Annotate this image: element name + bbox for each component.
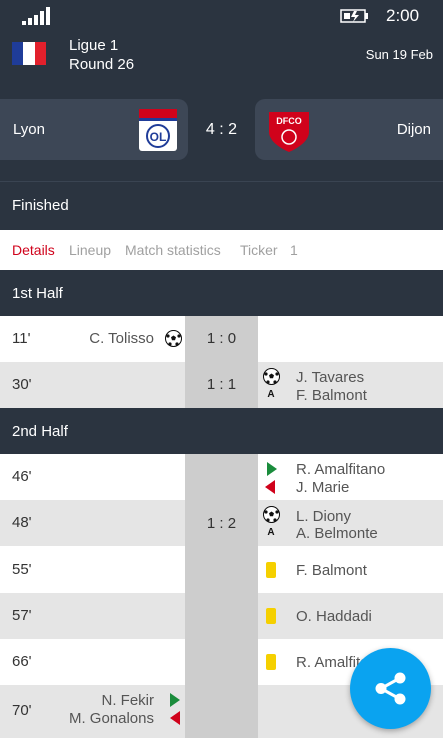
match-date: Sun 19 Feb	[365, 47, 433, 62]
event-player: O. Haddadi	[296, 608, 372, 625]
event-assist: A. Belmonte	[296, 525, 378, 542]
tab-lineup[interactable]: Lineup	[69, 242, 111, 258]
event-score: 1 : 1	[206, 376, 237, 393]
match-status: Finished	[12, 197, 69, 214]
event-score: 1 : 0	[206, 330, 237, 347]
signal-strength-icon	[22, 7, 52, 25]
event-score: 1 : 2	[206, 515, 237, 532]
assist-icon: A	[267, 389, 275, 400]
event-row[interactable]: 11' C. Tolisso 1 : 0	[0, 316, 443, 362]
section-title: 1st Half	[12, 285, 63, 302]
arrow-in-icon	[267, 462, 277, 476]
france-flag-icon	[12, 42, 46, 65]
tab-bar: Details Lineup Match statistics Ticker 1	[0, 230, 443, 270]
first-half-header: 1st Half	[0, 270, 443, 316]
status-bar: 2:00	[0, 0, 443, 32]
away-team-name: Dijon	[396, 121, 431, 138]
lyon-crest-icon: OL	[139, 109, 177, 151]
event-minute: 30'	[12, 376, 32, 393]
event-assist: F. Balmont	[296, 387, 367, 404]
dijon-crest-icon: DFCO	[269, 112, 309, 152]
section-title: 2nd Half	[12, 423, 68, 440]
score-column	[185, 454, 258, 738]
event-minute: 70'	[12, 702, 32, 719]
arrow-in-icon	[170, 693, 180, 707]
event-minute: 55'	[12, 561, 32, 578]
away-team[interactable]: DFCO Dijon	[255, 99, 443, 160]
share-button[interactable]	[350, 648, 431, 729]
arrow-out-icon	[265, 480, 275, 494]
yellow-card-icon	[266, 654, 276, 670]
final-score: 4 : 2	[205, 121, 238, 138]
soccer-ball-icon	[263, 506, 280, 523]
battery-charging-icon	[340, 9, 368, 23]
soccer-ball-icon	[263, 368, 280, 385]
match-status-bar: Finished	[0, 181, 443, 231]
second-half-header: 2nd Half	[0, 408, 443, 454]
tab-details[interactable]: Details	[12, 242, 55, 258]
yellow-card-icon	[266, 608, 276, 624]
tab-ticker[interactable]: Ticker	[240, 242, 278, 258]
event-player: L. Diony	[296, 508, 352, 525]
player-out: M. Gonalons	[68, 710, 154, 727]
player-out: J. Marie	[296, 479, 350, 496]
home-team-name: Lyon	[13, 121, 45, 138]
event-minute: 57'	[12, 607, 32, 624]
event-player: C. Tolisso	[89, 330, 154, 347]
round-label: Round 26	[69, 56, 135, 73]
event-row[interactable]: 30' 1 : 1 A J. Tavares F. Balmont	[0, 362, 443, 408]
event-minute: 66'	[12, 653, 32, 670]
player-in: R. Amalfitano	[296, 461, 386, 478]
yellow-card-icon	[266, 562, 276, 578]
clock: 2:00	[386, 6, 420, 25]
event-player: J. Tavares	[296, 369, 365, 386]
home-team[interactable]: Lyon OL	[0, 99, 188, 160]
player-in: N. Fekir	[101, 692, 155, 709]
league-name: Ligue 1	[69, 37, 119, 54]
soccer-ball-icon	[165, 330, 182, 347]
event-player: F. Balmont	[296, 562, 367, 579]
assist-icon: A	[267, 527, 275, 538]
tab-match-statistics[interactable]: Match statistics	[125, 242, 221, 258]
event-minute: 48'	[12, 514, 32, 531]
arrow-out-icon	[170, 711, 180, 725]
tab-ticker-count[interactable]: 1	[290, 242, 298, 258]
svg-text:OL: OL	[150, 130, 167, 144]
scoreboard: Lyon OL 4 : 2 DFCO Dijon	[0, 83, 443, 181]
share-icon	[375, 672, 406, 705]
match-header: Ligue 1 Round 26 Sun 19 Feb	[0, 32, 443, 83]
event-minute: 11'	[12, 330, 31, 347]
svg-text:DFCO: DFCO	[276, 116, 302, 126]
event-minute: 46'	[12, 468, 32, 485]
